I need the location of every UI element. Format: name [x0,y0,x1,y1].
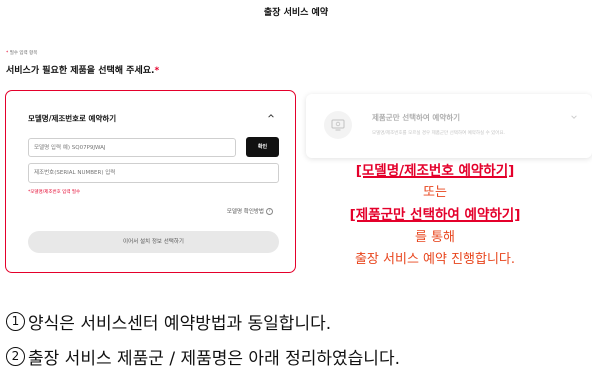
annotation-line-3: [제품군만 선택하여 예약하기] [349,207,521,223]
annotation-line-2: 또는 [423,185,447,200]
footer-item-2-number: 2 [6,347,25,366]
chevron-down-icon[interactable] [570,113,578,121]
required-star: * [6,51,9,56]
model-number-input[interactable] [28,138,236,157]
annotation-line-1: [모델명/제조번호 예약하기] [355,163,515,179]
footer-item-1-number: 1 [6,312,25,331]
category-card-description: 모델명/제조번호를 모르실 경우 제품군만 선택하여 예약하실 수 있어요. [372,131,506,136]
required-note: * 필수 입력 항목 [6,50,37,56]
footer-item-2-text: 출장 서비스 제품군 / 제품명은 아래 정리하였습니다. [28,349,400,369]
footer-item-1: 1 양식은 서비스센터 예약방법과 동일합니다. [6,309,331,334]
section-heading: 서비스가 필요한 제품을 선택해 주세요.* [6,63,159,76]
help-link-label: 모델명 확인방법 [226,209,264,215]
required-note-text: 필수 입력 항목 [9,51,38,56]
model-reservation-card: 모델명/제조번호로 예약하기 확인 *모델명/제조번호 입력 필수 모델명 확인… [5,90,296,273]
serial-number-input[interactable] [28,163,279,183]
section-heading-text: 서비스가 필요한 제품을 선택해 주세요. [6,66,155,76]
footer-item-1-text: 양식은 서비스센터 예약방법과 동일합니다. [28,314,332,334]
section-heading-star: * [154,66,160,76]
category-card-title: 제품군만 선택하여 예약하기 [372,113,461,122]
page-title: 출장 서비스 예약 [263,8,329,18]
next-install-info-button[interactable]: 이어서 설치 정보 선택하기 [28,231,279,253]
category-reservation-card[interactable]: 제품군만 선택하여 예약하기 모델명/제조번호를 모르실 경우 제품군만 선택하… [306,94,592,158]
category-icon-circle [324,111,352,139]
annotation-line-5: 출장 서비스 예약 진행합니다. [354,252,516,267]
footer-item-2: 2 출장 서비스 제품군 / 제품명은 아래 정리하였습니다. [6,344,400,369]
chevron-up-icon[interactable] [267,112,275,120]
model-help-link[interactable]: 모델명 확인방법 ? [227,207,273,215]
error-message: *모델명/제조번호 입력 필수 [28,190,81,195]
confirm-button[interactable]: 확인 [246,137,279,157]
monitor-icon [331,119,345,131]
question-circle-icon: ? [266,207,273,215]
annotation-line-4: 를 통해 [414,230,456,245]
model-card-title[interactable]: 모델명/제조번호로 예약하기 [28,113,116,124]
